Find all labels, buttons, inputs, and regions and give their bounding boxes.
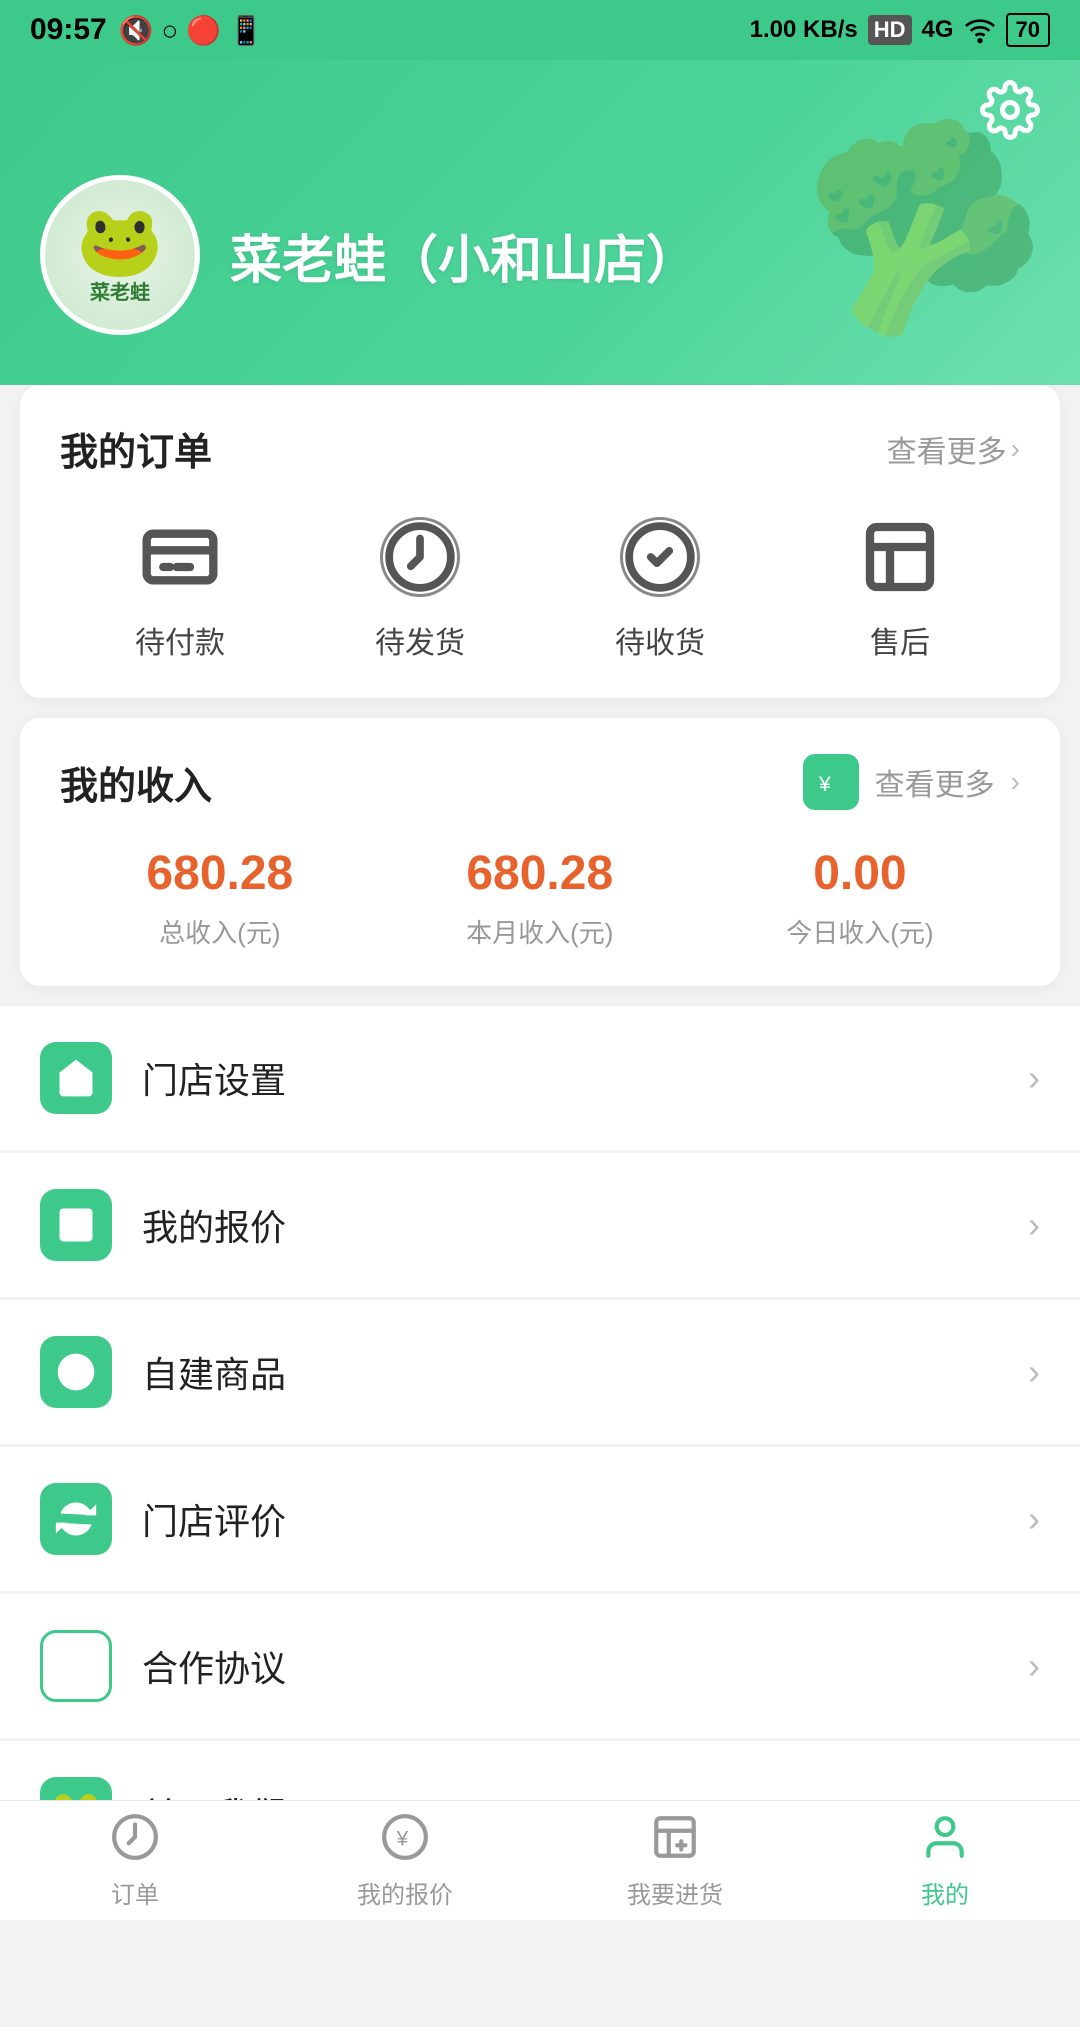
store-review-chevron: ›: [1028, 1498, 1040, 1540]
orders-title: 我的订单: [60, 421, 212, 476]
order-item-pending-ship[interactable]: 待发货: [375, 512, 465, 662]
svg-text:¥: ¥: [818, 773, 831, 796]
status-icons: 🔇 ○ 🔴 📱: [119, 14, 264, 47]
order-item-pending-receive[interactable]: 待收货: [615, 512, 705, 662]
signal-badge: 4G: [922, 16, 954, 44]
my-quote-chevron: ›: [1028, 1204, 1040, 1246]
cooperation-label: 合作协议: [142, 1640, 1028, 1692]
yuan-icon: ¥: [813, 764, 849, 800]
income-chevron: ›: [1011, 766, 1020, 798]
custom-product-chevron: ›: [1028, 1351, 1040, 1393]
mine-nav-icon: [920, 1812, 970, 1867]
nav-item-purchase[interactable]: 我要进货: [540, 1801, 810, 1920]
cooperation-icon-wrap: [40, 1630, 112, 1702]
pending-ship-icon: [375, 512, 465, 602]
my-quote-icon-wrap: [40, 1189, 112, 1261]
store-settings-label: 门店设置: [142, 1052, 1028, 1104]
income-monthly: 680.28 本月收入(元): [466, 846, 613, 950]
orders-nav-label: 订单: [111, 1875, 159, 1910]
purchase-nav-icon: [650, 1812, 700, 1867]
order-item-after-sale[interactable]: 售后: [855, 512, 945, 662]
profile-row: 🐸 菜老蛙 菜老蛙（小和山店）: [40, 175, 1040, 335]
after-sale-label: 售后: [870, 618, 930, 662]
menu-item-store-settings[interactable]: 门店设置 ›: [0, 1006, 1080, 1151]
income-title: 我的收入: [60, 755, 212, 810]
status-bar: 09:57 🔇 ○ 🔴 📱 1.00 KB/s HD 4G 70: [0, 0, 1080, 60]
my-quote-nav-label: 我的报价: [357, 1875, 453, 1910]
income-row: 680.28 总收入(元) 680.28 本月收入(元) 0.00 今日收入(元…: [60, 846, 1020, 950]
menu-item-store-review[interactable]: 门店评价 ›: [0, 1447, 1080, 1592]
avatar-frog-emoji: 🐸: [76, 206, 163, 276]
income-today-desc: 今日收入(元): [786, 913, 933, 950]
income-card-header: 我的收入 ¥ 查看更多 ›: [60, 754, 1020, 810]
order-item-pending-pay[interactable]: 待付款: [135, 512, 225, 662]
income-total-value: 680.28: [146, 846, 293, 901]
menu-item-cooperation[interactable]: 合作协议 ›: [0, 1594, 1080, 1739]
svg-text:¥: ¥: [396, 1827, 409, 1850]
hd-badge: HD: [868, 15, 912, 45]
income-card: 我的收入 ¥ 查看更多 › 680.28 总收入(元) 680.28 本月收入(…: [20, 718, 1060, 986]
pending-receive-icon: [615, 512, 705, 602]
battery-indicator: 70: [1006, 13, 1050, 47]
orders-more-button[interactable]: 查看更多 ›: [887, 427, 1020, 471]
main-content: 我的订单 查看更多 › 待付款: [0, 365, 1080, 2027]
mine-nav-label: 我的: [921, 1875, 969, 1910]
after-sale-icon: [855, 512, 945, 602]
network-speed: 1.00 KB/s: [750, 16, 858, 44]
avatar-label: 菜老蛙: [90, 276, 150, 305]
custom-product-icon-wrap: [40, 1336, 112, 1408]
income-today: 0.00 今日收入(元): [786, 846, 933, 950]
nav-item-my-quote[interactable]: ¥ 我的报价: [270, 1801, 540, 1920]
pending-receive-label: 待收货: [615, 618, 705, 662]
store-name: 菜老蛙（小和山店）: [230, 218, 698, 293]
income-today-value: 0.00: [813, 846, 906, 901]
store-settings-chevron: ›: [1028, 1057, 1040, 1099]
orders-nav-icon: [110, 1812, 160, 1867]
orders-chevron: ›: [1011, 433, 1020, 465]
menu-list: 门店设置 › 我的报价 ›: [0, 1006, 1080, 1885]
nav-item-orders[interactable]: 订单: [0, 1801, 270, 1920]
add-circle-icon: [54, 1350, 98, 1394]
pending-pay-label: 待付款: [135, 618, 225, 662]
income-icon-box: ¥: [803, 754, 859, 810]
orders-card-header: 我的订单 查看更多 ›: [60, 421, 1020, 476]
order-icons-row: 待付款 待发货: [60, 512, 1020, 662]
bottom-nav: 订单 ¥ 我的报价 我要进货: [0, 1800, 1080, 1920]
status-right: 1.00 KB/s HD 4G 70: [750, 13, 1050, 47]
custom-product-label: 自建商品: [142, 1346, 1028, 1398]
my-quote-nav-icon: ¥: [380, 1812, 430, 1867]
income-more-button[interactable]: ¥ 查看更多 ›: [803, 754, 1020, 810]
status-time: 09:57: [30, 13, 107, 47]
menu-item-my-quote[interactable]: 我的报价 ›: [0, 1153, 1080, 1298]
orders-card: 我的订单 查看更多 › 待付款: [20, 385, 1060, 698]
store-settings-icon-wrap: [40, 1042, 112, 1114]
pending-ship-label: 待发货: [375, 618, 465, 662]
income-total: 680.28 总收入(元): [146, 846, 293, 950]
menu-item-custom-product[interactable]: 自建商品 ›: [0, 1300, 1080, 1445]
store-icon: [54, 1056, 98, 1100]
list-icon: [54, 1203, 98, 1247]
income-monthly-desc: 本月收入(元): [466, 913, 613, 950]
nav-item-mine[interactable]: 我的: [810, 1801, 1080, 1920]
settings-button[interactable]: [980, 80, 1040, 145]
store-review-icon-wrap: [40, 1483, 112, 1555]
income-total-desc: 总收入(元): [159, 913, 280, 950]
circle-check-icon: [54, 1644, 98, 1688]
purchase-nav-label: 我要进货: [627, 1875, 723, 1910]
cooperation-chevron: ›: [1028, 1645, 1040, 1687]
my-quote-label: 我的报价: [142, 1199, 1028, 1251]
store-review-label: 门店评价: [142, 1493, 1028, 1545]
refresh-icon: [54, 1497, 98, 1541]
income-monthly-value: 680.28: [466, 846, 613, 901]
header: 🥦 🐸 菜老蛙 菜老蛙（小和山店）: [0, 60, 1080, 385]
pending-pay-icon: [135, 512, 225, 602]
avatar[interactable]: 🐸 菜老蛙: [40, 175, 200, 335]
wifi-icon: [964, 14, 996, 46]
